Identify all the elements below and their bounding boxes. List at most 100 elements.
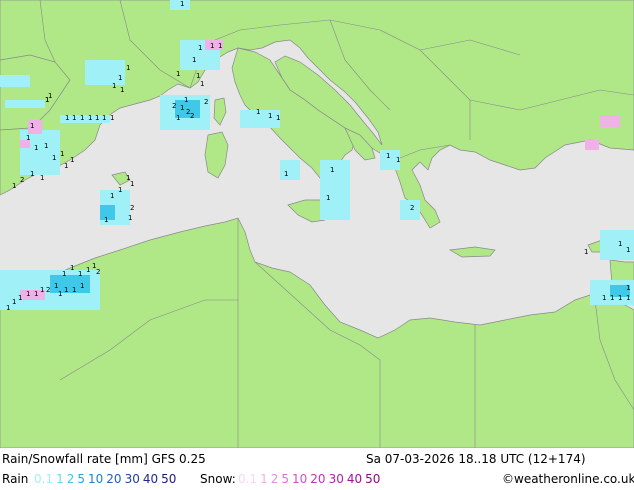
snow-legend-values: 0.1 1 2 5 10 20 30 40 50 [238,469,383,490]
precip-value-label: 1 [200,80,204,88]
precip-value-label: 1 [102,114,106,122]
rain-legend-value: 50 [161,472,177,486]
precip-value-label: 1 [65,114,69,122]
precip-value-label: 1 [180,0,184,8]
precip-value-label: 1 [72,114,76,122]
precip-value-label: 1 [52,154,56,162]
precip-value-label: 1 [64,162,68,170]
precip-value-label: 2 [96,268,100,276]
precip-value-label: 1 [26,290,30,298]
precip-value-label: 1 [284,170,288,178]
snow-legend-value: 1 [260,472,268,486]
precip-value-label: 2 [20,176,24,184]
precip-value-label: 1 [34,290,38,298]
legend-bar: Rain 0.1 1 2 5 10 20 30 40 50 Snow: 0.1 1 2 5 10 20 30… [0,469,634,490]
precip-value-label: 1 [618,294,622,302]
precip-value-label: 2 [172,102,176,110]
precip-value-label: 1 [326,194,330,202]
precip-value-label: 1 [86,266,90,274]
precip-value-label: 1 [70,156,74,164]
precip-value-label: 1 [626,294,630,302]
precip-value-label: 1 [396,156,400,164]
precip-value-label: 1 [60,150,64,158]
snow-legend-value: 0.1 [238,472,258,486]
precip-value-label: 1 [118,186,122,194]
precip-value-label: 1 [184,96,188,104]
precip-value-label: 1 [44,142,48,150]
precip-value-label: 1 [110,192,114,200]
precip-value-label: 1 [95,114,99,122]
rain-legend-values: 0.1 1 2 5 10 20 30 40 50 [34,469,179,490]
precip-value-label: 1 [210,42,214,50]
snow-legend-value: 20 [310,472,326,486]
precip-value-label: 1 [268,112,272,120]
precip-value-label: 1 [30,122,34,130]
precip-value-label: 1 [30,170,34,178]
precip-value-label: 1 [218,42,222,50]
rain-legend-label: Rain [2,472,29,486]
snow-legend-label: Snow: [200,472,236,486]
snow-legend-value: 40 [346,472,363,486]
weather-map: 11 1 1 1 1 1 111 1111 1 111211 221 2 1 1 1111 11 111211 1… [0,0,634,448]
map-datetime: Sa 07-03-2026 18..18 UTC (12+174) [366,452,586,466]
precip-value-label: 2 [410,204,414,212]
rain-legend-value: 40 [142,472,159,486]
precip-value-label: 1 [34,144,38,152]
rain-legend-value: 10 [88,472,104,486]
precip-value-label: 1 [584,248,588,256]
precip-value-label: 1 [54,282,58,290]
credit-link[interactable]: ©weatheronline.co.uk [502,469,634,490]
map-title: Rain/Snowfall rate [mm] GFS 0.25 [2,452,206,466]
precip-value-label: 1 [256,108,260,116]
precip-value-label: 1 [80,114,84,122]
snow-legend-value: 2 [270,472,279,486]
precip-value-label: 1 [80,282,84,290]
precip-value-label: 2 [130,204,134,212]
precip-value-label: 1 [62,270,66,278]
rain-legend-value: 5 [77,472,86,486]
precip-value-label: 1 [18,294,22,302]
precip-value-label: 1 [12,298,16,306]
precip-value-label: 1 [176,114,180,122]
precip-value-label: 1 [276,114,280,122]
precip-value-label: 1 [6,304,10,312]
precip-value-label: 1 [72,286,76,294]
precip-value-label: 1 [112,82,116,90]
precip-value-label: 1 [40,174,44,182]
header-bar: Rain/Snowfall rate [mm] GFS 0.25 Sa 07-0… [0,449,634,470]
rain-legend-value: 1 [56,472,64,486]
precip-value-label: 1 [196,72,200,80]
precip-value-label: 1 [120,86,124,94]
precip-value-label: 1 [626,246,630,254]
precip-value-label: 1 [130,180,134,188]
precip-value-label: 1 [126,64,130,72]
precip-value-label: 1 [26,134,30,142]
precip-value-label: 1 [88,114,92,122]
precip-value-label: 1 [176,70,180,78]
rain-legend-value: 30 [124,472,140,486]
precip-value-label: 1 [180,104,184,112]
precip-value-label: 2 [190,112,194,120]
snow-legend-value: 10 [292,472,308,486]
precip-value-label: 2 [46,286,50,294]
precip-value-label: 1 [386,152,390,160]
precip-value-label: 1 [70,264,74,272]
precip-value-label: 1 [618,240,622,248]
snow-legend-value: 30 [328,472,344,486]
precip-value-label: 1 [64,286,68,294]
precip-value-label: 1 [192,56,196,64]
precip-value-label: 1 [198,44,202,52]
precip-value-label: 1 [12,182,16,190]
precip-value-label: 1 [626,284,630,292]
precip-value-label: 1 [45,96,49,104]
precip-value-label: 1 [602,294,606,302]
precip-value-label: 1 [118,74,122,82]
precip-value-label: 2 [204,98,208,106]
precip-value-label: 1 [78,270,82,278]
rain-legend-value: 2 [66,472,75,486]
precip-value-label: 1 [104,216,108,224]
snow-legend-value: 5 [281,472,290,486]
rain-legend-value: 0.1 [34,472,54,486]
snow-legend-value: 50 [365,472,381,486]
precip-value-label: 1 [58,290,62,298]
